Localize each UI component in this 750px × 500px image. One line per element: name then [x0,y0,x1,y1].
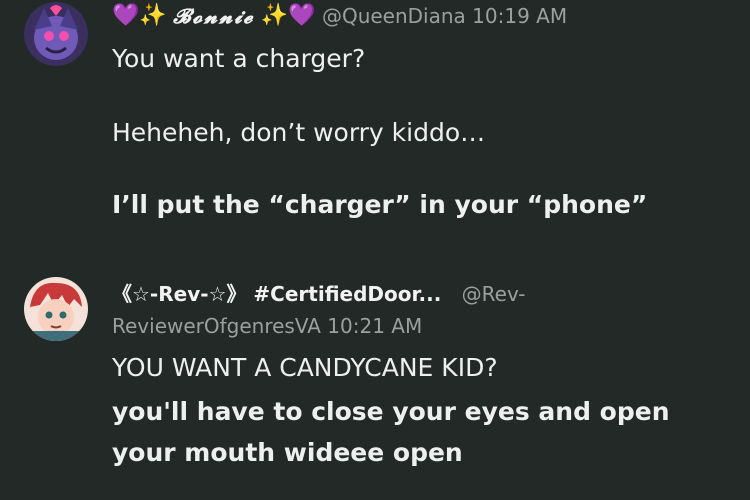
display-name[interactable]: 𝓑𝓸𝓷𝓷𝓲𝓮 [173,4,254,28]
message-text-line: your mouth wideee open [112,438,463,467]
message-text-line: you'll have to close your eyes and open [112,397,670,426]
heart-sparkle-emoji: 💜✨ [112,3,167,28]
message-post-1: 💜✨ 𝓑𝓸𝓷𝓷𝓲𝓮 ✨💜 @QueenDiana 10:19 AM You wa… [0,0,750,240]
avatar[interactable] [24,2,88,66]
display-name[interactable]: 《☆-Rev-☆》 #CertifiedDoor... [112,282,441,306]
message-text-line: I’ll put the “charger” in your “phone” [112,190,648,219]
post-header: 💜✨ 𝓑𝓸𝓷𝓷𝓲𝓮 ✨💜 @QueenDiana 10:19 AM [112,3,567,29]
sparkle-heart-emoji: ✨💜 [260,3,316,28]
user-handle-continued[interactable]: ReviewerOfgenresVA [112,314,321,338]
avatar[interactable] [24,277,88,341]
post-header: 《☆-Rev-☆》 #CertifiedDoor... @Rev- [112,281,525,307]
message-text-line: YOU WANT A CANDYCANE KID? [112,353,498,382]
timestamp: 10:21 AM [327,314,423,338]
message-text-line: Heheheh, don’t worry kiddo… [112,118,486,147]
user-handle[interactable]: @Rev- [462,282,526,306]
post-header-line-2: ReviewerOfgenresVA 10:21 AM [112,313,422,339]
user-handle[interactable]: @QueenDiana [322,4,466,28]
message-text-line: You want a charger? [112,44,366,73]
message-post-2: 《☆-Rev-☆》 #CertifiedDoor... @Rev- Review… [0,240,750,500]
timestamp: 10:19 AM [472,4,568,28]
